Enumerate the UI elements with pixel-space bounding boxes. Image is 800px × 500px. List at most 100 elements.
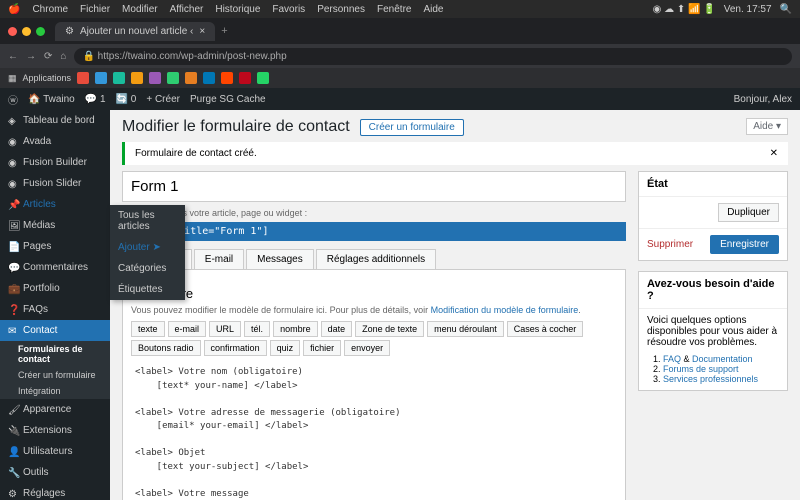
sidebar-item-contact[interactable]: ✉Contact <box>0 320 110 341</box>
services-link[interactable]: Services professionnels <box>663 374 758 384</box>
help-tab[interactable]: Aide ▾ <box>746 118 788 135</box>
menu[interactable]: Fenêtre <box>377 4 411 15</box>
bookmark-icon[interactable] <box>149 72 161 84</box>
browser-tab[interactable]: ⚙ Ajouter un nouvel article ‹ × <box>55 22 215 41</box>
sidebar-item-media[interactable]: 🖼Médias <box>0 215 110 236</box>
bookmark-icon[interactable] <box>203 72 215 84</box>
sidebar-item-settings[interactable]: ⚙Réglages <box>0 483 110 500</box>
bookmark-icon[interactable] <box>257 72 269 84</box>
forward-icon[interactable]: → <box>26 51 36 62</box>
doc-link[interactable]: Documentation <box>692 354 753 364</box>
duplicate-button[interactable]: Dupliquer <box>718 203 779 222</box>
cursor-icon: ➤ <box>152 242 160 253</box>
tag-quiz[interactable]: quiz <box>270 340 301 356</box>
bookmark-icon[interactable] <box>239 72 251 84</box>
close-icon[interactable]: × <box>199 26 205 37</box>
sidebar-item-pages[interactable]: 📄Pages <box>0 236 110 257</box>
menu[interactable]: Chrome <box>32 4 68 15</box>
menu[interactable]: Aide <box>423 4 443 15</box>
reload-icon[interactable]: ⟳ <box>44 51 52 62</box>
apple-icon[interactable]: 🍎 <box>8 4 20 15</box>
sidebar-sub-forms[interactable]: Formulaires de contact <box>0 341 110 367</box>
builder-icon: ◉ <box>8 158 18 168</box>
delete-link[interactable]: Supprimer <box>647 239 693 250</box>
menu[interactable]: Fichier <box>80 4 110 15</box>
apps-icon[interactable]: ▦ <box>8 73 17 84</box>
tag-tel[interactable]: tél. <box>244 321 270 337</box>
wp-logo-icon[interactable]: ⓦ <box>8 92 18 107</box>
new-tab-button[interactable]: + <box>221 25 227 37</box>
bookmark-icon[interactable] <box>221 72 233 84</box>
sidebar-sub-integration[interactable]: Intégration <box>0 383 110 399</box>
flyout-add[interactable]: Ajouter ➤ <box>110 237 185 258</box>
sidebar-item-fusion-slider[interactable]: ◉Fusion Slider <box>0 173 110 194</box>
faq-link[interactable]: FAQ <box>663 354 681 364</box>
apps-label[interactable]: Applications <box>23 73 72 83</box>
menu[interactable]: Personnes <box>317 4 365 15</box>
save-button[interactable]: Enregistrer <box>710 235 779 254</box>
bookmark-icon[interactable] <box>131 72 143 84</box>
sidebar-item-faqs[interactable]: ❓FAQs <box>0 299 110 320</box>
notice-text: Formulaire de contact créé. <box>135 148 257 159</box>
back-icon[interactable]: ← <box>8 51 18 62</box>
site-name[interactable]: 🏠 Twaino <box>28 94 75 105</box>
form-code-editor[interactable]: <label> Votre nom (obligatoire) [text* y… <box>131 362 617 500</box>
tag-date[interactable]: date <box>321 321 353 337</box>
purge-cache[interactable]: Purge SG Cache <box>190 94 266 105</box>
tag-textarea[interactable]: Zone de texte <box>355 321 424 337</box>
bookmark-icon[interactable] <box>185 72 197 84</box>
sidebar-item-tools[interactable]: 🔧Outils <box>0 462 110 483</box>
sidebar-item-appearance[interactable]: 🖌Apparence <box>0 399 110 420</box>
comments-count[interactable]: 💬 1 <box>85 94 106 105</box>
sidebar-sub-create[interactable]: Créer un formulaire <box>0 367 110 383</box>
tag-dropdown[interactable]: menu déroulant <box>427 321 504 337</box>
tag-number[interactable]: nombre <box>273 321 318 337</box>
sidebar-item-users[interactable]: 👤Utilisateurs <box>0 441 110 462</box>
new-button[interactable]: + Créer <box>146 94 180 105</box>
doc-link[interactable]: Modification du modèle de formulaire <box>431 305 579 315</box>
menu[interactable]: Favoris <box>272 4 305 15</box>
create-form-button[interactable]: Créer un formulaire <box>360 119 464 136</box>
sidebar-item-fusion-builder[interactable]: ◉Fusion Builder <box>0 152 110 173</box>
bookmark-icon[interactable] <box>113 72 125 84</box>
sidebar-item-avada[interactable]: ◉Avada <box>0 131 110 152</box>
home-icon[interactable]: ⌂ <box>60 51 66 62</box>
sidebar-item-articles[interactable]: 📌Articles <box>0 194 110 215</box>
tag-submit[interactable]: envoyer <box>344 340 390 356</box>
window-controls[interactable] <box>8 27 45 36</box>
sidebar-item-dashboard[interactable]: ◈Tableau de bord <box>0 110 110 131</box>
tag-file[interactable]: fichier <box>303 340 341 356</box>
tab-email[interactable]: E-mail <box>194 249 244 269</box>
menu[interactable]: Modifier <box>122 4 158 15</box>
forums-link[interactable]: Forums de support <box>663 364 739 374</box>
bookmark-icon[interactable] <box>95 72 107 84</box>
menu[interactable]: Historique <box>215 4 260 15</box>
tag-confirm[interactable]: confirmation <box>204 340 267 356</box>
sidebar-item-portfolio[interactable]: 💼Portfolio <box>0 278 110 299</box>
tab-additional[interactable]: Réglages additionnels <box>316 249 436 269</box>
flyout-categories[interactable]: Catégories <box>110 258 185 279</box>
bookmark-icon[interactable] <box>167 72 179 84</box>
dismiss-icon[interactable]: ✕ <box>770 148 778 159</box>
user-greeting[interactable]: Bonjour, Alex <box>734 94 792 105</box>
sidebar-item-comments[interactable]: 💬Commentaires <box>0 257 110 278</box>
updates-count[interactable]: 🔄 0 <box>116 94 137 105</box>
address-input[interactable]: 🔒 https://twaino.com/wp-admin/post-new.p… <box>74 48 792 65</box>
tag-radio[interactable]: Boutons radio <box>131 340 201 356</box>
sidebar-item-extensions[interactable]: 🔌Extensions <box>0 420 110 441</box>
gear-icon: ⚙ <box>8 489 18 499</box>
flyout-all[interactable]: Tous les articles <box>110 205 185 237</box>
tab-messages[interactable]: Messages <box>246 249 314 269</box>
tag-checkbox[interactable]: Cases à cocher <box>507 321 584 337</box>
wrench-icon: 🔧 <box>8 468 18 478</box>
bookmarks-bar[interactable]: ▦ Applications <box>0 68 800 88</box>
search-icon[interactable]: 🔍 <box>780 4 792 15</box>
tag-email[interactable]: e-mail <box>168 321 207 337</box>
form-title-input[interactable]: Form 1 <box>122 171 626 202</box>
flyout-tags[interactable]: Étiquettes <box>110 279 185 300</box>
tag-url[interactable]: URL <box>209 321 241 337</box>
shortcode-box[interactable]: ="1133" title="Form 1"] <box>122 222 626 241</box>
bookmark-icon[interactable] <box>77 72 89 84</box>
menu[interactable]: Afficher <box>170 4 204 15</box>
tag-text[interactable]: texte <box>131 321 165 337</box>
